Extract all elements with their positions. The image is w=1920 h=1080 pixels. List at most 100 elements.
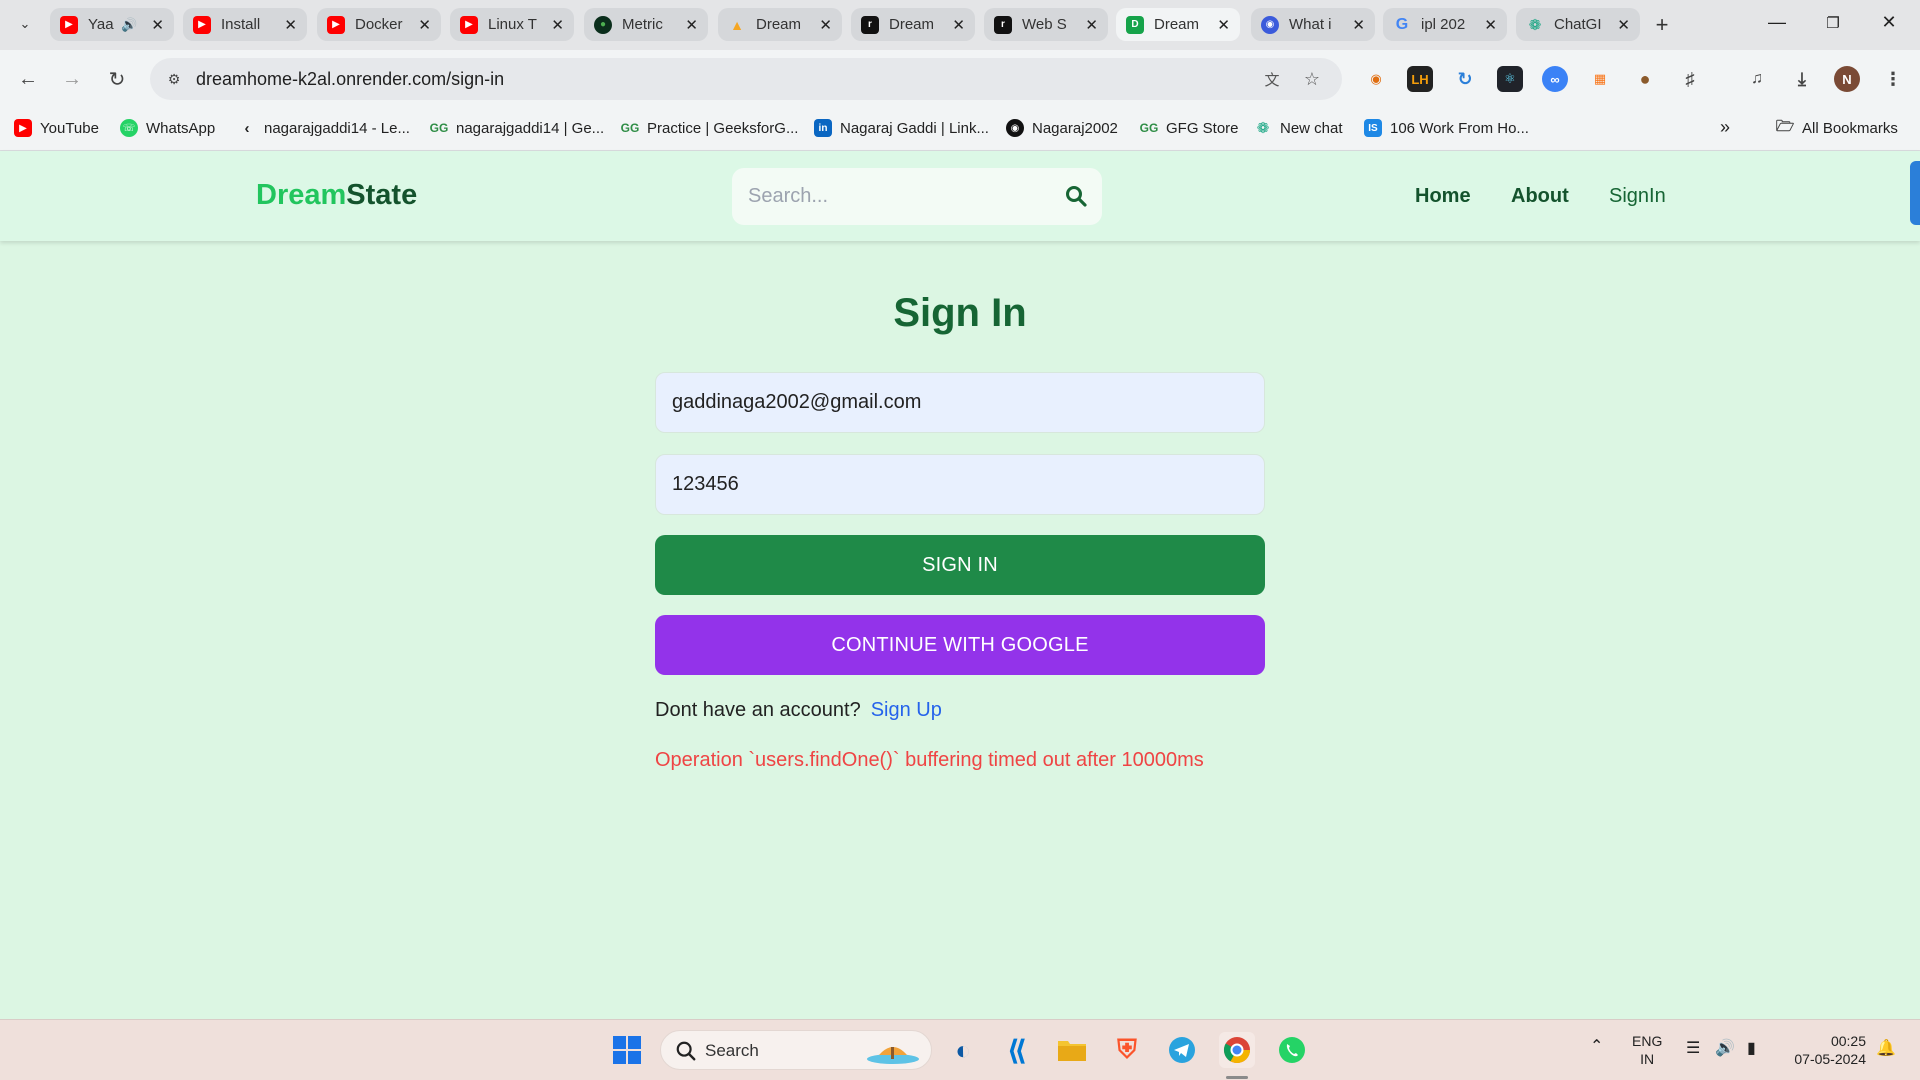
close-tab-icon[interactable]: ✕: [418, 16, 431, 34]
bookmark-whatsapp[interactable]: ☏ WhatsApp: [120, 119, 215, 137]
clock[interactable]: 00:25 07-05-2024: [1786, 1032, 1866, 1068]
close-tab-icon[interactable]: ✕: [1352, 16, 1365, 34]
close-tab-icon[interactable]: ✕: [551, 16, 564, 34]
minimize-icon[interactable]: —: [1762, 12, 1792, 33]
site-logo[interactable]: DreamState: [256, 179, 417, 212]
scrollbar-handle[interactable]: [1910, 161, 1920, 225]
site-header: DreamState Home About SignIn: [0, 151, 1920, 241]
browser-menu-icon[interactable]: ⋮: [1880, 66, 1906, 92]
bookmark-gfg-profile[interactable]: GG nagarajgaddi14 | Ge...: [430, 119, 605, 137]
tab-title: Dream: [1154, 16, 1200, 33]
tab-youtube-2[interactable]: ▶ Install ✕: [183, 8, 307, 41]
close-tab-icon[interactable]: ✕: [1217, 16, 1230, 34]
close-tab-icon[interactable]: ✕: [1085, 16, 1098, 34]
language-indicator[interactable]: ENG IN: [1632, 1032, 1662, 1068]
tab-youtube-1[interactable]: ▶ Yaa 🔊 ✕: [50, 8, 174, 41]
tab-youtube-3[interactable]: ▶ Docker ✕: [317, 8, 441, 41]
close-tab-icon[interactable]: ✕: [952, 16, 965, 34]
bookmark-star-icon[interactable]: ☆: [1300, 67, 1324, 91]
tab-google[interactable]: G ipl 202 ✕: [1383, 8, 1507, 41]
media-control-icon[interactable]: ♫: [1744, 66, 1770, 92]
close-tab-icon[interactable]: ✕: [151, 16, 164, 34]
close-tab-icon[interactable]: ✕: [284, 16, 297, 34]
extension-grid-icon[interactable]: ▦: [1587, 66, 1613, 92]
sync-extension-icon[interactable]: ↻: [1452, 66, 1478, 92]
file-explorer-icon[interactable]: [1054, 1032, 1090, 1068]
address-bar[interactable]: ⚙ dreamhome-k2al.onrender.com/sign-in 文 …: [150, 58, 1342, 100]
close-tab-icon[interactable]: ✕: [819, 16, 832, 34]
site-info-icon[interactable]: ⚙: [162, 67, 186, 91]
continue-with-google-button[interactable]: CONTINUE WITH GOOGLE: [655, 615, 1265, 675]
close-tab-icon[interactable]: ✕: [1617, 16, 1630, 34]
profile-avatar[interactable]: N: [1834, 66, 1860, 92]
forward-icon[interactable]: →: [58, 65, 86, 93]
notification-bell-icon[interactable]: 🔔: [1876, 1040, 1896, 1058]
bookmark-new-chat[interactable]: ❁ New chat: [1254, 119, 1343, 138]
sign-up-link[interactable]: Sign Up: [871, 699, 942, 721]
all-bookmarks-folder[interactable]: 🗁 All Bookmarks: [1775, 117, 1898, 137]
extensions-puzzle-icon[interactable]: ♯: [1677, 66, 1703, 92]
nav-signin-link[interactable]: SignIn: [1609, 185, 1666, 208]
sign-in-button[interactable]: SIGN IN: [655, 535, 1265, 595]
email-field[interactable]: [655, 372, 1265, 433]
tab-what[interactable]: ◉ What i ✕: [1251, 8, 1375, 41]
volume-icon[interactable]: 🔊: [1715, 1040, 1735, 1058]
translate-icon[interactable]: 文: [1260, 67, 1284, 91]
search-icon[interactable]: [1064, 184, 1088, 208]
battery-icon[interactable]: ▮: [1747, 1040, 1756, 1058]
tab-dreamstate-active[interactable]: D Dream ✕: [1116, 8, 1240, 41]
chrome-browser-icon[interactable]: [1219, 1032, 1255, 1068]
brave-browser-icon[interactable]: ⛨: [1109, 1032, 1145, 1068]
tab-chatgpt[interactable]: ❁ ChatGI ✕: [1516, 8, 1640, 41]
tab-title: Dream: [889, 16, 935, 33]
tab-mongodb[interactable]: ● Metric ✕: [584, 8, 708, 41]
tab-title: Web S: [1022, 16, 1067, 33]
password-field[interactable]: [655, 454, 1265, 515]
bookmark-work-from-home[interactable]: IS 106 Work From Ho...: [1364, 119, 1529, 137]
extension-eye-icon[interactable]: ∞: [1542, 66, 1568, 92]
audio-playing-icon[interactable]: 🔊: [121, 17, 137, 33]
reload-icon[interactable]: ↻: [103, 65, 131, 93]
telegram-icon[interactable]: [1164, 1032, 1200, 1068]
back-icon[interactable]: ←: [14, 65, 42, 93]
close-window-icon[interactable]: ✕: [1874, 12, 1904, 33]
extension-1-icon[interactable]: ◉: [1363, 66, 1389, 92]
wifi-icon[interactable]: ☰: [1686, 1040, 1700, 1058]
lighthouse-extension-icon[interactable]: LH: [1407, 66, 1433, 92]
linkedin-icon: in: [814, 119, 832, 137]
tab-title: Dream: [756, 16, 802, 33]
bookmark-label: Nagaraj Gaddi | Link...: [840, 119, 989, 137]
close-tab-icon[interactable]: ✕: [685, 16, 698, 34]
is-icon: IS: [1364, 119, 1382, 137]
nav-about-link[interactable]: About: [1511, 185, 1569, 208]
vscode-icon[interactable]: ⟪: [999, 1032, 1035, 1068]
bookmark-linkedin[interactable]: in Nagaraj Gaddi | Link...: [814, 119, 989, 137]
bookmark-youtube[interactable]: ▶ YouTube: [14, 119, 99, 137]
close-tab-icon[interactable]: ✕: [1484, 16, 1497, 34]
cookie-extension-icon[interactable]: ●: [1632, 66, 1658, 92]
react-devtools-icon[interactable]: ⚛: [1497, 66, 1523, 92]
download-icon[interactable]: ⤓: [1789, 66, 1815, 92]
tab-render-2[interactable]: r Web S ✕: [984, 8, 1108, 41]
whatsapp-taskbar-icon[interactable]: [1274, 1032, 1310, 1068]
site-search-input[interactable]: [732, 168, 1052, 225]
bookmark-gfg-store[interactable]: GG GFG Store: [1140, 119, 1239, 137]
nav-home-link[interactable]: Home: [1415, 185, 1471, 208]
windows-start-icon[interactable]: [609, 1032, 645, 1068]
restore-icon[interactable]: ❐: [1818, 14, 1848, 32]
bookmark-leetcode[interactable]: ‹ nagarajgaddi14 - Le...: [238, 119, 410, 137]
tab-search-chevron-icon[interactable]: ⌄: [12, 11, 38, 37]
show-hidden-icons-chevron-icon[interactable]: ⌃: [1590, 1038, 1603, 1056]
tab-youtube-4[interactable]: ▶ Linux T ✕: [450, 8, 574, 41]
page-title: Sign In: [893, 291, 1027, 335]
bookmark-github[interactable]: ◉ Nagaraj2002: [1006, 119, 1118, 137]
taskbar-search-box[interactable]: Search: [660, 1030, 932, 1070]
folder-icon: 🗁: [1775, 117, 1795, 135]
new-tab-button[interactable]: +: [1648, 11, 1676, 39]
bookmark-gfg-practice[interactable]: GG Practice | GeeksforG...: [621, 119, 799, 137]
tab-render-1[interactable]: r Dream ✕: [851, 8, 975, 41]
edge-browser-icon[interactable]: ◐: [945, 1032, 981, 1068]
more-bookmarks-chevron-icon[interactable]: »: [1720, 117, 1730, 138]
tab-firebase[interactable]: ▲ Dream ✕: [718, 8, 842, 41]
url-text[interactable]: dreamhome-k2al.onrender.com/sign-in: [196, 69, 504, 90]
